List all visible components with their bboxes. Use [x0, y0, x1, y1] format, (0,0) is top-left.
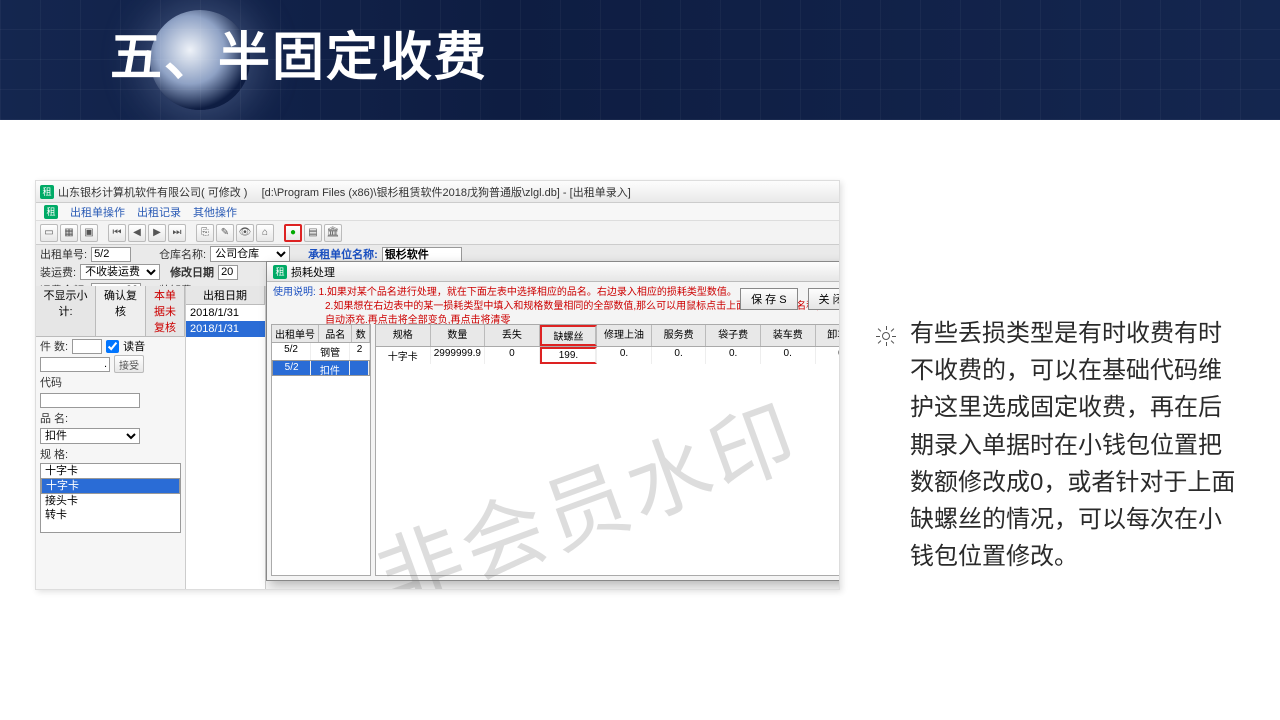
table-row[interactable]: 5/2扣件 — [272, 360, 370, 376]
chuzu-no-input[interactable] — [91, 247, 131, 262]
col-header: 数量 — [431, 325, 486, 346]
dot-input[interactable] — [40, 357, 110, 372]
col-header-queluosi[interactable]: 缺螺丝 — [540, 325, 598, 346]
zhuangyun-label: 装运费: — [40, 264, 76, 280]
window-title-path: [d:\Program Files (x86)\银杉租赁软件2018戊狗普通版\… — [262, 184, 631, 200]
col-header: 数 — [352, 325, 370, 342]
duyin-label: 读音 — [123, 338, 145, 354]
zhuangyun-select[interactable]: 不收装运费 — [80, 264, 160, 280]
slide-header-band: 五、半固定收费 — [0, 0, 1280, 120]
tb-prev-icon[interactable]: ◀ — [128, 224, 146, 242]
tb-first-icon[interactable]: ⏮ — [108, 224, 126, 242]
app-icon: 租 — [40, 185, 54, 199]
tb-new-icon[interactable]: ▭ — [40, 224, 58, 242]
menu-item[interactable]: 出租记录 — [137, 204, 181, 220]
col-header: 规格 — [376, 325, 431, 346]
xiugai-input[interactable] — [218, 265, 238, 280]
queluosi-cell: 199. — [540, 347, 598, 364]
window-titlebar: 租 山东银杉计算机软件有限公司( 可修改 ) [d:\Program Files… — [36, 181, 839, 203]
xiugai-label: 修改日期 — [170, 264, 214, 280]
menu-item[interactable]: 出租单操作 — [70, 204, 125, 220]
screenshot-container: 租 山东银杉计算机软件有限公司( 可修改 ) [d:\Program Files… — [35, 180, 840, 590]
tb-copy-icon[interactable]: ⎘ — [196, 224, 214, 242]
col-header: 装车费 — [761, 325, 816, 346]
save-button[interactable]: 保 存 S — [740, 288, 797, 310]
col-header: 品名 — [319, 325, 352, 342]
chengzu-label: 承租单位名称: — [308, 246, 378, 262]
slide-title: 五、半固定收费 — [110, 15, 488, 90]
dialog-close-icon[interactable]: ✕ — [839, 264, 840, 278]
chuzu-date-header: 出租日期 — [186, 286, 265, 304]
tb-wallet-icon[interactable]: ● — [284, 224, 302, 242]
list-item[interactable]: 十字卡 — [41, 478, 180, 494]
tb-edit-icon[interactable]: ✎ — [216, 224, 234, 242]
toolbar: ▭ ▦ ▣ ⏮ ◀ ▶ ⏭ ⎘ ✎ 👁 ⌂ ● ▤ 🏛 — [36, 221, 839, 245]
cangku-label: 仓库名称: — [159, 246, 206, 262]
mid-panel: 出租日期 2018/1/31 2018/1/31 — [186, 286, 266, 589]
dialog-left-grid[interactable]: 出租单号 品名 数 5/2钢管2 5/2扣件 — [271, 324, 371, 576]
jianshu-label: 件 数: — [40, 338, 68, 354]
list-item[interactable]: 接头卡 — [41, 494, 180, 508]
cangku-select[interactable]: 公司仓库 — [210, 246, 290, 262]
daima-input[interactable] — [40, 393, 140, 408]
list-item[interactable]: 转卡 — [41, 508, 180, 522]
guige-label: 规 格: — [40, 446, 68, 462]
chengzu-input[interactable] — [382, 247, 462, 262]
chuzu-no-label: 出租单号: — [40, 246, 87, 262]
guige-list[interactable]: 十字卡 十字卡 接头卡 转卡 — [40, 463, 181, 533]
tb-last-icon[interactable]: ⏭ — [168, 224, 186, 242]
tb-lock-icon[interactable]: ⌂ — [256, 224, 274, 242]
pending-review: 本单据未复核 — [146, 286, 185, 336]
list-item[interactable]: 十字卡 — [41, 464, 180, 478]
confirm-review-header[interactable]: 确认复核 — [96, 286, 146, 336]
dialog-titlebar: 租 损耗处理 ✕ — [267, 262, 840, 282]
close-button[interactable]: 关 闭 X — [808, 288, 840, 310]
instr-label: 使用说明: — [273, 287, 316, 298]
col-header: 服务费 — [652, 325, 707, 346]
hide-subtotal-label: 不显示小计: — [36, 286, 96, 336]
window-menubar[interactable]: 租 出租单操作 出租记录 其他操作 — [36, 203, 839, 221]
tb-look-icon[interactable]: 👁 — [236, 224, 254, 242]
dialog-icon: 租 — [273, 265, 287, 279]
col-header: 出租单号 — [272, 325, 319, 342]
tb-save-icon[interactable]: ▦ — [60, 224, 78, 242]
col-header: 袋子费 — [706, 325, 761, 346]
dialog-right-grid[interactable]: 规格 数量 丢失 缺螺丝 修理上油 服务费 袋子费 装车费 卸车费 十字卡 29… — [375, 324, 840, 576]
col-header: 丢失 — [485, 325, 540, 346]
col-header: 卸车费 — [816, 325, 841, 346]
sun-icon — [877, 327, 895, 345]
pinming-select[interactable]: 扣件 — [40, 428, 140, 444]
tb-next-icon[interactable]: ▶ — [148, 224, 166, 242]
tb-del-icon[interactable]: ▣ — [80, 224, 98, 242]
table-row[interactable]: 5/2钢管2 — [272, 343, 370, 360]
loss-dialog: 租 损耗处理 ✕ 使用说明: 1.如果对某个品名进行处理，就在下面左表中选择相应… — [266, 261, 840, 581]
daima-label: 代码 — [40, 374, 62, 390]
tb-building-icon[interactable]: 🏛 — [324, 224, 342, 242]
col-header: 修理上油 — [597, 325, 652, 346]
date-cell[interactable]: 2018/1/31 — [186, 305, 265, 321]
side-explanation: 有些丢损类型是有时收费有时不收费的，可以在基础代码维护这里选成固定收费，再在后期… — [910, 315, 1240, 575]
jieshou-button[interactable]: 接受 — [114, 355, 144, 373]
app-icon-small: 租 — [44, 205, 58, 219]
pinming-label: 品 名: — [40, 410, 68, 426]
left-panel: 不显示小计: 确认复核 本单据未复核 件 数: 读音 接受 代码 品 名: 扣 — [36, 286, 186, 589]
menu-item[interactable]: 其他操作 — [193, 204, 237, 220]
tb-grid-icon[interactable]: ▤ — [304, 224, 322, 242]
dialog-title: 损耗处理 — [291, 264, 335, 280]
duyin-checkbox[interactable] — [106, 340, 119, 353]
window-title-company: 山东银杉计算机软件有限公司( 可修改 ) — [58, 184, 247, 200]
jianshu-input[interactable] — [72, 339, 102, 354]
table-row[interactable]: 十字卡 2999999.9 0 199. 0. 0. 0. 0. 0. — [376, 347, 840, 364]
date-cell[interactable]: 2018/1/31 — [186, 321, 265, 337]
